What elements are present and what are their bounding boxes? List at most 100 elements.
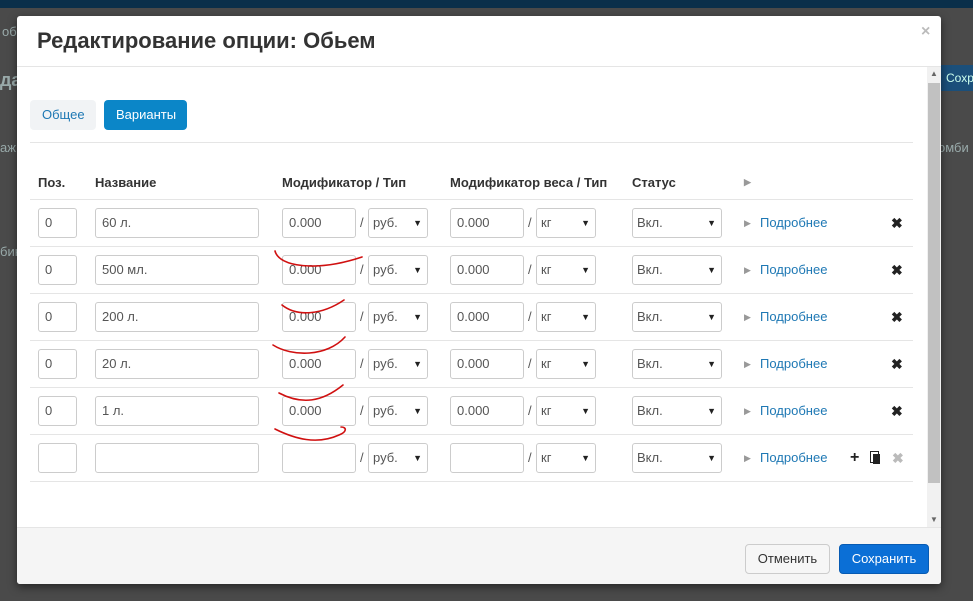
scroll-up-arrow-icon[interactable]: ▲ [929,69,939,79]
background-text-fragment: об [2,24,17,39]
status-select[interactable]: Вкл. ▼ [632,255,722,285]
position-input[interactable]: 0 [38,208,77,238]
tab-variants[interactable]: Варианты [104,100,187,130]
price-modifier-input[interactable]: 0.000 [282,255,356,285]
weight-modifier-input[interactable]: 0.000 [450,349,524,379]
chevron-down-icon: ▼ [413,359,422,369]
delete-icon[interactable]: ✖ [892,443,904,473]
status-select[interactable]: Вкл. ▼ [632,349,722,379]
price-modifier-input[interactable]: 0.000 [282,208,356,238]
price-modifier-input[interactable]: 0.000 [282,349,356,379]
background-text-fragment: аж [0,140,16,155]
position-input[interactable] [38,443,77,473]
price-modifier-type-select[interactable]: руб. ▼ [368,443,428,473]
expand-triangle-icon[interactable]: ▶ [744,255,751,285]
variant-name-input[interactable]: 200 л. [95,302,259,332]
separator: / [528,450,532,465]
status-select[interactable]: Вкл. ▼ [632,443,722,473]
weight-modifier-input[interactable]: 0.000 [450,302,524,332]
details-link[interactable]: Подробнее [760,349,827,379]
add-variant-icon[interactable]: + [850,443,859,473]
weight-modifier-input[interactable] [450,443,524,473]
separator: / [360,262,364,277]
chevron-down-icon: ▼ [413,453,422,463]
delete-icon[interactable]: ✖ [891,349,903,379]
chevron-down-icon: ▼ [581,218,590,228]
separator: / [360,309,364,324]
weight-modifier-type-select[interactable]: кг ▼ [536,443,596,473]
price-modifier-input[interactable]: 0.000 [282,396,356,426]
variant-name-input[interactable] [95,443,259,473]
price-modifier-type-select[interactable]: руб. ▼ [368,396,428,426]
weight-modifier-type-select[interactable]: кг ▼ [536,255,596,285]
scrollbar-thumb[interactable] [928,83,940,483]
price-modifier-input[interactable]: 0.000 [282,302,356,332]
variant-name-input[interactable]: 1 л. [95,396,259,426]
price-modifier-type-select[interactable]: руб. ▼ [368,302,428,332]
expand-triangle-icon[interactable]: ▶ [744,349,751,379]
tab-general[interactable]: Общее [30,100,96,130]
expand-triangle-icon[interactable]: ▶ [744,208,751,238]
details-link[interactable]: Подробнее [760,396,827,426]
position-input[interactable]: 0 [38,396,77,426]
variant-name-input[interactable]: 500 мл. [95,255,259,285]
column-header-status: Статус [632,175,676,190]
separator: / [528,403,532,418]
expand-triangle-icon[interactable]: ▶ [744,443,751,473]
status-select[interactable]: Вкл. ▼ [632,396,722,426]
weight-modifier-type-value: кг [541,262,552,277]
status-select[interactable]: Вкл. ▼ [632,302,722,332]
column-header-expand-icon[interactable]: ▶ [744,177,751,188]
separator: / [528,356,532,371]
expand-triangle-icon[interactable]: ▶ [744,302,751,332]
weight-modifier-input[interactable]: 0.000 [450,208,524,238]
status-select[interactable]: Вкл. ▼ [632,208,722,238]
scroll-down-arrow-icon[interactable]: ▼ [929,515,939,525]
table-row: 0 200 л. 0.000 / руб. ▼ 0.000 / кг ▼ Вкл. ▼… [17,294,927,341]
details-link[interactable]: Подробнее [760,443,827,473]
tabs-divider [30,142,913,143]
chevron-down-icon: ▼ [581,359,590,369]
vertical-scrollbar[interactable]: ▲ ▼ [927,67,941,527]
chevron-down-icon: ▼ [581,406,590,416]
position-input[interactable]: 0 [38,255,77,285]
expand-triangle-icon[interactable]: ▶ [744,396,751,426]
weight-modifier-type-select[interactable]: кг ▼ [536,396,596,426]
delete-icon[interactable]: ✖ [891,255,903,285]
position-input[interactable]: 0 [38,349,77,379]
clone-icon[interactable] [870,451,880,464]
details-link[interactable]: Подробнее [760,302,827,332]
chevron-down-icon: ▼ [413,265,422,275]
details-link[interactable]: Подробнее [760,255,827,285]
price-modifier-type-select[interactable]: руб. ▼ [368,255,428,285]
weight-modifier-type-select[interactable]: кг ▼ [536,208,596,238]
weight-modifier-type-value: кг [541,403,552,418]
weight-modifier-type-value: кг [541,356,552,371]
weight-modifier-input[interactable]: 0.000 [450,396,524,426]
price-modifier-type-select[interactable]: руб. ▼ [368,349,428,379]
delete-icon[interactable]: ✖ [891,208,903,238]
status-value: Вкл. [637,262,663,277]
cancel-button[interactable]: Отменить [745,544,830,574]
separator: / [360,356,364,371]
chevron-down-icon: ▼ [581,453,590,463]
background-text-fragment: омби [938,140,969,155]
weight-modifier-type-value: кг [541,309,552,324]
column-header-weight-modifier: Модификатор веса / Тип [450,175,608,190]
variant-name-input[interactable]: 60 л. [95,208,259,238]
weight-modifier-type-select[interactable]: кг ▼ [536,302,596,332]
status-value: Вкл. [637,309,663,324]
details-link[interactable]: Подробнее [760,208,827,238]
separator: / [360,215,364,230]
close-icon[interactable]: × [921,23,930,41]
price-modifier-input[interactable] [282,443,356,473]
price-modifier-type-select[interactable]: руб. ▼ [368,208,428,238]
variant-name-input[interactable]: 20 л. [95,349,259,379]
delete-icon[interactable]: ✖ [891,396,903,426]
weight-modifier-type-select[interactable]: кг ▼ [536,349,596,379]
delete-icon[interactable]: ✖ [891,302,903,332]
position-input[interactable]: 0 [38,302,77,332]
chevron-down-icon: ▼ [707,312,716,322]
save-button[interactable]: Сохранить [839,544,929,574]
weight-modifier-input[interactable]: 0.000 [450,255,524,285]
